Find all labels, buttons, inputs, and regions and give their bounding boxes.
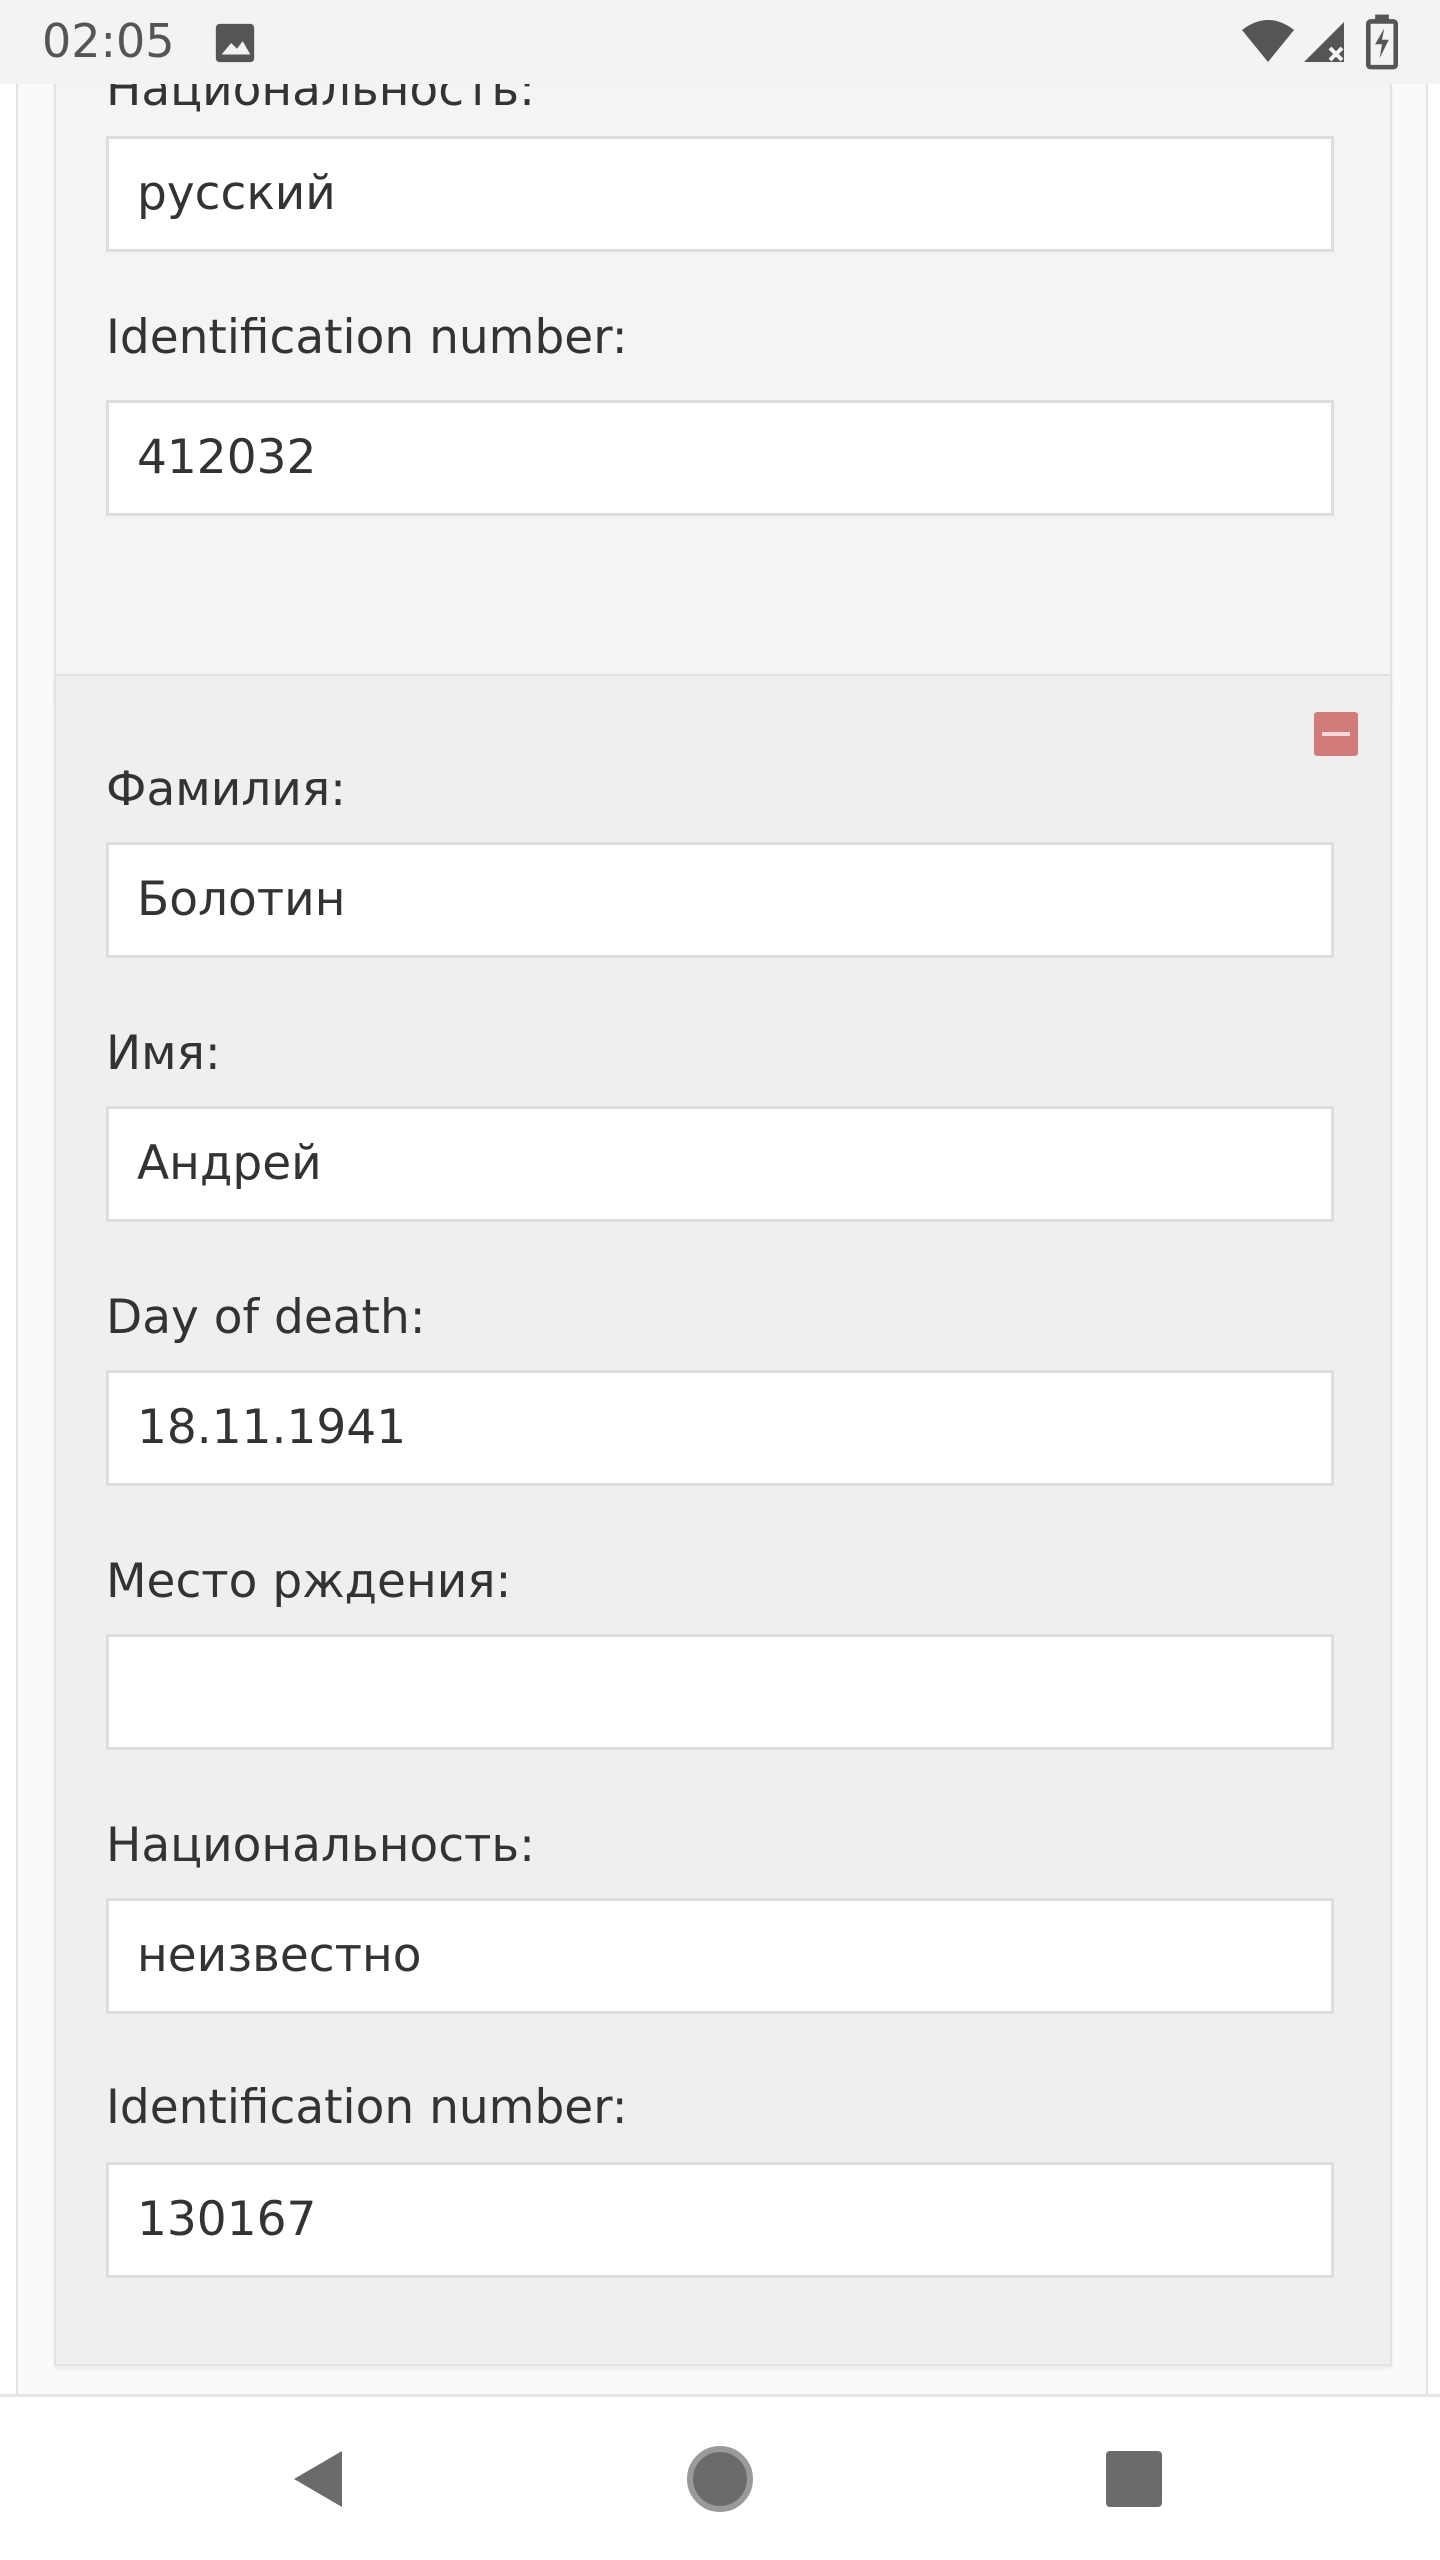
home-icon[interactable] [680,2439,760,2519]
id-number-label: Identification number: [106,310,628,365]
status-time: 02:05 [42,14,175,68]
remove-record-button[interactable] [1314,712,1358,756]
surname-label: Фамилия: [106,762,346,817]
day-of-death-label: Day of death: [106,1290,426,1345]
form-page[interactable]: Национальность: русский Identification n… [16,84,1428,2394]
nationality-field[interactable]: неизвестно [106,1898,1334,2014]
surname-field[interactable]: Болотин [106,842,1334,958]
wifi-icon [1242,20,1294,62]
id-number-field[interactable]: 412032 [106,400,1334,516]
first-name-field[interactable]: Андрей [106,1106,1334,1222]
id-number-label: Identification number: [106,2080,628,2135]
id-number-field[interactable]: 130167 [106,2162,1334,2278]
signal-icon [1304,22,1344,62]
back-icon[interactable] [278,2439,358,2519]
birthplace-label: Место рждения: [106,1554,512,1609]
recents-icon[interactable] [1094,2439,1174,2519]
nationality-field[interactable]: русский [106,136,1334,252]
navigation-bar [0,2394,1440,2560]
nationality-label: Национальность: [106,1818,535,1873]
nationality-label: Национальность: [106,84,535,117]
status-bar: 02:05 [0,0,1440,84]
first-name-label: Имя: [106,1026,221,1081]
image-icon [215,23,255,63]
birthplace-field[interactable] [106,1634,1334,1750]
record-card-1: Национальность: русский Identification n… [54,84,1392,704]
day-of-death-field[interactable]: 18.11.1941 [106,1370,1334,1486]
battery-charging-icon [1366,14,1398,70]
record-card-2: Фамилия: Болотин Имя: Андрей Day of deat… [54,674,1392,2366]
